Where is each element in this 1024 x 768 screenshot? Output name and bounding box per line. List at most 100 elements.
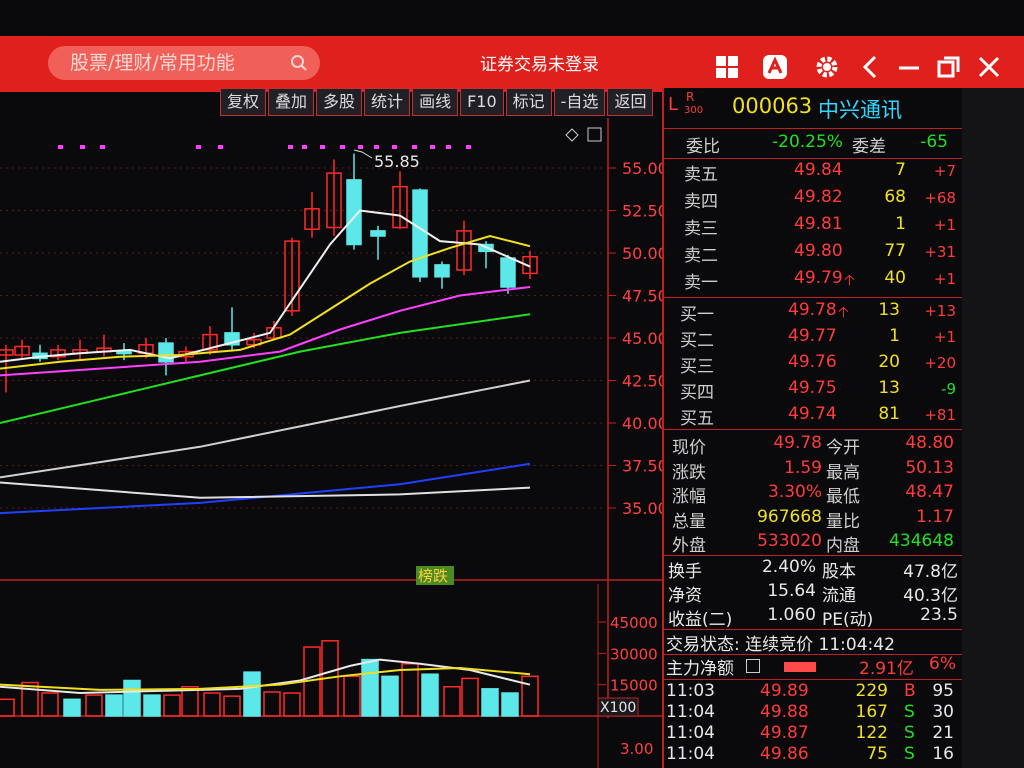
ask-row[interactable]: 卖四 49.82 68 +68 xyxy=(664,187,962,213)
draw-line-button[interactable]: 画线 xyxy=(412,88,459,116)
webi-value: -20.25% xyxy=(772,132,843,152)
ask-price: 49.81 xyxy=(794,214,843,234)
stat-value: 434648 xyxy=(889,531,954,551)
price-tick-label: 40.00 xyxy=(622,414,662,433)
stat-label: 今开 xyxy=(826,438,860,458)
f10-button[interactable]: F10 xyxy=(460,88,504,116)
overlay-button[interactable]: 叠加 xyxy=(268,88,315,116)
stat-value: 967668 xyxy=(757,506,822,527)
ask-change: +7 xyxy=(933,162,956,180)
bid-change: +13 xyxy=(924,302,956,320)
volume-bar xyxy=(501,692,519,717)
bid-row[interactable]: 买三 49.76 20 +20 xyxy=(664,352,962,378)
stat-label: 最高 xyxy=(826,462,860,483)
bid-price: 49.77 xyxy=(788,326,837,346)
bid-price: 49.74 xyxy=(788,404,837,424)
up-arrow-icon: 🡡 xyxy=(838,303,849,321)
candle-body xyxy=(434,264,450,278)
main-flow-menu-icon[interactable] xyxy=(746,659,760,673)
ask-label: 卖三 xyxy=(684,219,718,239)
ask-change: +1 xyxy=(933,270,956,288)
chart-toolbar: 复权 叠加 多股 统计 画线 F10 标记 -自选 返回 xyxy=(220,88,655,116)
fundamental-label: 股本 xyxy=(822,562,856,582)
divider xyxy=(664,555,962,556)
volume-bar xyxy=(381,675,399,717)
wecha-label: 委差 xyxy=(852,137,886,157)
price-tick-label: 55.00 xyxy=(622,159,662,178)
search-box[interactable]: 股票/理财/常用功能 xyxy=(48,46,320,80)
bid-price: 49.76 xyxy=(788,352,837,372)
signal-dot xyxy=(218,145,223,149)
ask-price: 49.80 xyxy=(794,241,843,261)
kline-chart[interactable]: 55.00 52.50 50.00 47.50 45.00 42.50 40.00 37.50… xyxy=(0,118,662,768)
tick-time: 11:04 xyxy=(666,744,715,764)
fundamental-label: 流通 xyxy=(822,586,856,606)
signal-dot xyxy=(446,145,451,149)
tick-price: 49.88 xyxy=(760,702,809,722)
bid-row[interactable]: 买四 49.75 13 -9 xyxy=(664,378,962,404)
ask-row[interactable]: 卖二 49.80 77 +31 xyxy=(664,241,962,267)
rank-badge: 榜跌 xyxy=(418,567,448,585)
stat-row: 涨幅 3.30% 最低 48.47 xyxy=(664,482,962,508)
ask-row[interactable]: 卖一 49.79 40 +1 xyxy=(664,268,962,294)
login-status[interactable]: 证券交易未登录 xyxy=(480,50,599,80)
ask-label: 卖二 xyxy=(684,246,718,266)
multi-stock-button[interactable]: 多股 xyxy=(316,88,363,116)
high-price-label: 55.85 xyxy=(374,152,420,171)
stock-name: 中兴通讯 xyxy=(818,98,902,122)
minimize-icon[interactable] xyxy=(894,52,924,82)
ask-row[interactable]: 卖三 49.81 1 +1 xyxy=(664,214,962,240)
bid-volume: 1 xyxy=(889,326,900,346)
l-label: L xyxy=(668,94,679,115)
back-chevron-icon[interactable] xyxy=(856,52,886,82)
search-icon[interactable] xyxy=(290,54,308,72)
ask-row[interactable]: 卖五 49.84 7 +7 xyxy=(664,160,962,186)
tick-side: S xyxy=(904,744,915,764)
volume-unit-label: X100 xyxy=(600,700,636,716)
signal-dot xyxy=(466,145,471,149)
price-tick-label: 45.00 xyxy=(622,329,662,348)
stat-label: 量比 xyxy=(826,511,860,532)
signal-dot xyxy=(430,145,435,149)
ask-price: 49.79 xyxy=(794,268,843,288)
bid-row[interactable]: 买二 49.77 1 +1 xyxy=(664,326,962,352)
stat-label: 现价 xyxy=(672,438,706,458)
back-button[interactable]: 返回 xyxy=(607,88,654,116)
stat-label: 最低 xyxy=(826,487,860,507)
main-flow-row[interactable]: 主力净额 2.91亿 6% xyxy=(664,654,962,680)
app-logo-icon[interactable] xyxy=(760,52,790,82)
windows-icon[interactable] xyxy=(712,52,742,82)
ask-volume: 40 xyxy=(884,268,906,288)
ask-volume: 68 xyxy=(884,187,906,207)
mark-button[interactable]: 标记 xyxy=(505,88,552,116)
statistics-button[interactable]: 统计 xyxy=(364,88,411,116)
price-tick-label: 50.00 xyxy=(622,244,662,263)
tick-side: B xyxy=(904,681,916,701)
remove-watchlist-button[interactable]: -自选 xyxy=(553,88,606,116)
volume-bar xyxy=(123,679,141,717)
signal-dot xyxy=(358,145,363,149)
bid-label: 买四 xyxy=(680,383,714,403)
signal-dot xyxy=(392,145,397,149)
price-tick-label: 35.00 xyxy=(622,499,662,518)
fundamental-value: 15.64 xyxy=(767,581,816,601)
webi-row: 委比 -20.25% 委差 -65 xyxy=(664,132,962,158)
search-placeholder: 股票/理财/常用功能 xyxy=(70,52,235,74)
gear-icon[interactable] xyxy=(812,52,842,82)
bid-row[interactable]: 买一 49.78 13 +13 xyxy=(664,300,962,326)
bid-volume: 13 xyxy=(878,378,900,398)
ask-price: 49.82 xyxy=(794,187,843,207)
main-flow-pct: 6% xyxy=(929,654,956,674)
bid-price: 49.78 xyxy=(788,300,837,320)
indicator-tick-label: 3.00 xyxy=(620,740,653,758)
wecha-value: -65 xyxy=(920,132,948,152)
bid-label: 买五 xyxy=(680,409,714,429)
stat-label: 外盘 xyxy=(672,536,706,556)
main-flow-bar xyxy=(784,662,816,672)
restore-icon[interactable] xyxy=(934,52,964,82)
tick-side: S xyxy=(904,702,915,722)
close-icon[interactable] xyxy=(974,52,1004,82)
fuquan-button[interactable]: 复权 xyxy=(220,88,267,116)
bid-row[interactable]: 买五 49.74 81 +81 xyxy=(664,404,962,430)
price-tick-label: 47.50 xyxy=(622,287,662,306)
